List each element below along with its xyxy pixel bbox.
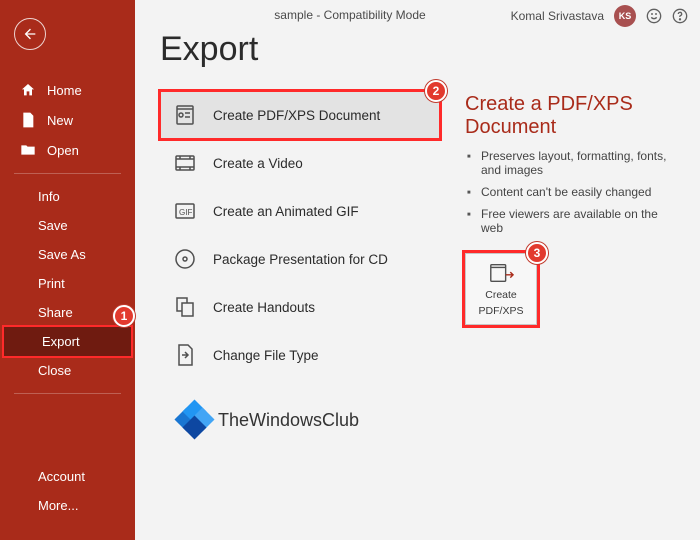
page-title: Export [160,30,675,69]
user-avatar[interactable]: KS [614,5,636,27]
nav-label: Account [38,469,85,484]
button-line2: PDF/XPS [479,305,524,317]
backstage-main: Export Create PDF/XPS Document 2 Create … [135,0,700,540]
option-label: Create PDF/XPS Document [213,108,380,123]
option-package-cd[interactable]: Package Presentation for CD [160,235,440,283]
nav-save[interactable]: Save [0,211,135,240]
document-title: sample - Compatibility Mode [274,8,425,22]
export-options-list: Create PDF/XPS Document 2 Create a Video… [160,91,440,437]
annotation-2: 2 [425,80,447,102]
nav-label: More... [38,498,78,513]
option-label: Create an Animated GIF [213,204,359,219]
option-create-gif[interactable]: GIF Create an Animated GIF [160,187,440,235]
nav-label: Info [38,189,60,204]
details-bullet: Free viewers are available on the web [465,207,675,235]
cd-icon [173,247,197,271]
option-change-file-type[interactable]: Change File Type [160,331,440,379]
nav-label: Open [47,143,79,158]
nav-separator [14,173,121,174]
button-line1: Create [485,289,517,301]
nav-label: Home [47,83,82,98]
watermark-logo-icon [178,403,212,437]
details-title: Create a PDF/XPS Document [465,93,675,139]
nav-home[interactable]: Home [0,75,135,105]
handouts-icon [173,295,197,319]
option-create-handouts[interactable]: Create Handouts [160,283,440,331]
option-label: Package Presentation for CD [213,252,388,267]
nav-separator [14,393,121,394]
create-pdf-xps-button[interactable]: Create PDF/XPS 3 [465,253,537,325]
nav-label: Export [42,334,80,349]
annotation-3: 3 [526,242,548,264]
nav-export[interactable]: Export 1 [2,325,133,358]
video-icon [173,151,197,175]
option-create-video[interactable]: Create a Video [160,139,440,187]
svg-text:GIF: GIF [179,208,192,217]
nav-close[interactable]: Close [0,356,135,385]
backstage-sidebar: Home New Open Info Save Save As Print Sh… [0,0,135,540]
change-file-type-icon [173,343,197,367]
nav-label: Share [38,305,73,320]
watermark-text: TheWindowsClub [218,410,359,431]
option-label: Create Handouts [213,300,315,315]
details-bullet: Content can't be easily changed [465,185,675,199]
nav-label: Close [38,363,71,378]
nav-label: Save [38,218,68,233]
option-label: Create a Video [213,156,303,171]
help-icon[interactable] [672,8,688,24]
details-bullet: Preserves layout, formatting, fonts, and… [465,149,675,177]
export-details-panel: Create a PDF/XPS Document Preserves layo… [465,91,675,437]
pdf-export-icon [488,261,514,285]
open-icon [20,142,36,158]
option-create-pdf-xps[interactable]: Create PDF/XPS Document 2 [160,91,440,139]
nav-label: New [47,113,73,128]
nav-open[interactable]: Open [0,135,135,165]
option-label: Change File Type [213,348,319,363]
nav-more[interactable]: More... [0,491,135,520]
title-bar: sample - Compatibility Mode Komal Srivas… [0,0,700,30]
gif-icon: GIF [173,199,197,223]
details-bullet-list: Preserves layout, formatting, fonts, and… [465,149,675,235]
nav-label: Save As [38,247,86,262]
nav-print[interactable]: Print [0,269,135,298]
nav-account[interactable]: Account [0,462,135,491]
pdf-icon [173,103,197,127]
feedback-icon[interactable] [646,8,662,24]
watermark: TheWindowsClub [178,403,440,437]
annotation-1: 1 [113,305,135,327]
nav-info[interactable]: Info [0,182,135,211]
home-icon [20,82,36,98]
nav-label: Print [38,276,65,291]
nav-save-as[interactable]: Save As [0,240,135,269]
nav-new[interactable]: New [0,105,135,135]
new-icon [20,112,36,128]
user-name: Komal Srivastava [511,9,604,23]
